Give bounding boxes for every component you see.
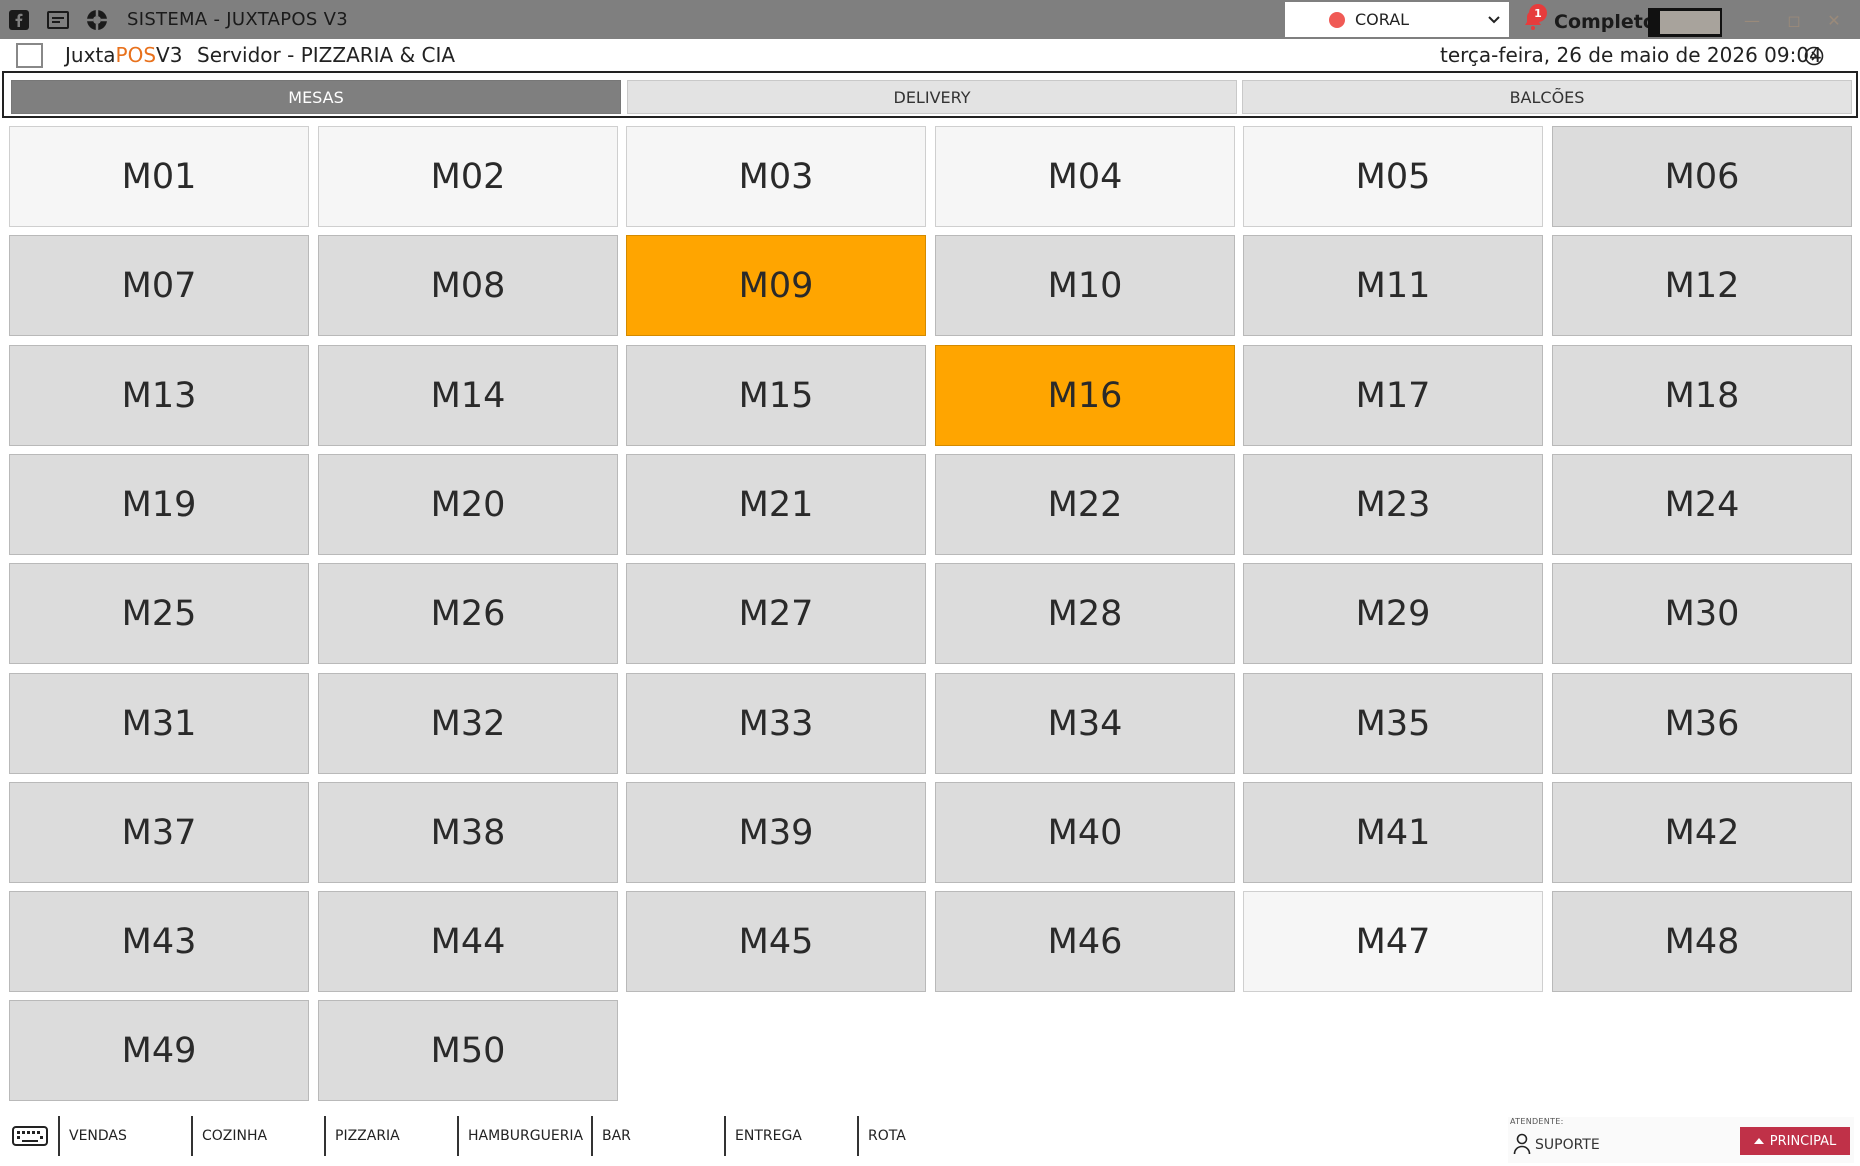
bottom-nav-item-rota[interactable]: ROTA: [857, 1116, 987, 1156]
table-button[interactable]: M10: [935, 235, 1235, 336]
table-button[interactable]: M29: [1243, 563, 1543, 664]
table-button[interactable]: M48: [1552, 891, 1852, 992]
tab-mesas[interactable]: MESAS: [11, 80, 621, 114]
table-button[interactable]: M40: [935, 782, 1235, 883]
tab-bar: MESAS DELIVERY BALCÕES: [2, 71, 1858, 118]
table-button[interactable]: M22: [935, 454, 1235, 555]
facebook-icon[interactable]: [8, 9, 30, 31]
title-bar: SISTEMA - JUXTAPOS V3 CORAL 1 Completo —…: [0, 0, 1860, 39]
window-title: SISTEMA - JUXTAPOS V3: [127, 9, 348, 30]
bottom-nav-item-hamburgueria[interactable]: HAMBURGUERIA: [457, 1116, 587, 1156]
tab-balcoes[interactable]: BALCÕES: [1242, 80, 1852, 114]
store-select[interactable]: CORAL: [1285, 2, 1509, 37]
bottom-nav-item-bar[interactable]: BAR: [591, 1116, 721, 1156]
header-row: JuxtaPOSV3 Servidor - PIZZARIA & CIA ter…: [0, 39, 1860, 71]
tab-delivery[interactable]: DELIVERY: [627, 80, 1237, 114]
table-button[interactable]: M39: [626, 782, 926, 883]
table-button[interactable]: M01: [9, 126, 309, 227]
app-name: JuxtaPOSV3: [65, 43, 183, 67]
table-button[interactable]: M43: [9, 891, 309, 992]
table-button[interactable]: M03: [626, 126, 926, 227]
table-button[interactable]: M32: [318, 673, 618, 774]
table-button[interactable]: M02: [318, 126, 618, 227]
bottom-nav-item-cozinha[interactable]: COZINHA: [191, 1116, 321, 1156]
keyboard-icon[interactable]: [12, 1124, 48, 1148]
close-icon[interactable]: ✕: [1822, 8, 1846, 32]
bottom-nav-item-entrega[interactable]: ENTREGA: [724, 1116, 854, 1156]
table-button[interactable]: M50: [318, 1000, 618, 1101]
clock-icon[interactable]: [1804, 46, 1824, 66]
table-button[interactable]: M09: [626, 235, 926, 336]
table-button[interactable]: M30: [1552, 563, 1852, 664]
table-button[interactable]: M25: [9, 563, 309, 664]
table-button[interactable]: M35: [1243, 673, 1543, 774]
table-button[interactable]: M19: [9, 454, 309, 555]
bottom-bar: VENDAS COZINHA PIZZARIA HAMBURGUERIA BAR ENTR…: [0, 1114, 1860, 1166]
table-button[interactable]: M34: [935, 673, 1235, 774]
table-button[interactable]: M18: [1552, 345, 1852, 446]
caret-up-icon: [1753, 1138, 1764, 1144]
table-button[interactable]: M27: [626, 563, 926, 664]
minimize-icon[interactable]: —: [1740, 8, 1764, 32]
table-button[interactable]: M38: [318, 782, 618, 883]
table-button[interactable]: M36: [1552, 673, 1852, 774]
table-button[interactable]: M46: [935, 891, 1235, 992]
table-button[interactable]: M26: [318, 563, 618, 664]
table-button[interactable]: M33: [626, 673, 926, 774]
table-button[interactable]: M21: [626, 454, 926, 555]
table-button[interactable]: M06: [1552, 126, 1852, 227]
table-button[interactable]: M07: [9, 235, 309, 336]
principal-button-label: PRINCIPAL: [1769, 1133, 1837, 1149]
principal-button[interactable]: PRINCIPAL: [1740, 1127, 1850, 1155]
table-button[interactable]: M17: [1243, 345, 1543, 446]
table-button[interactable]: M24: [1552, 454, 1852, 555]
table-button[interactable]: M15: [626, 345, 926, 446]
status-dot: [1329, 11, 1345, 28]
bottom-nav-item-vendas[interactable]: VENDAS: [58, 1116, 188, 1156]
attendant-label: ATENDENTE:: [1510, 1117, 1564, 1126]
table-button[interactable]: M04: [935, 126, 1235, 227]
server-label: Servidor - PIZZARIA & CIA: [197, 43, 456, 67]
table-button[interactable]: M14: [318, 345, 618, 446]
maximize-icon[interactable]: ◻: [1782, 8, 1806, 32]
support-icon[interactable]: [86, 9, 108, 31]
table-button[interactable]: M11: [1243, 235, 1543, 336]
table-button[interactable]: M44: [318, 891, 618, 992]
message-icon[interactable]: [47, 9, 69, 31]
table-button[interactable]: M45: [626, 891, 926, 992]
table-button[interactable]: M05: [1243, 126, 1543, 227]
table-button[interactable]: M08: [318, 235, 618, 336]
table-button[interactable]: M47: [1243, 891, 1543, 992]
table-button[interactable]: M37: [9, 782, 309, 883]
mode-toggle-knob: [1660, 11, 1720, 34]
attendant-name: SUPORTE: [1535, 1137, 1600, 1153]
bottom-nav-item-pizzaria[interactable]: PIZZARIA: [324, 1116, 454, 1156]
table-button[interactable]: M41: [1243, 782, 1543, 883]
table-button[interactable]: M12: [1552, 235, 1852, 336]
mode-label: Completo: [1554, 11, 1656, 33]
store-select-value: CORAL: [1355, 10, 1410, 29]
chevron-down-icon: [1485, 10, 1503, 28]
app-logo-icon: [16, 43, 43, 68]
table-button[interactable]: M42: [1552, 782, 1852, 883]
table-button[interactable]: M23: [1243, 454, 1543, 555]
table-button[interactable]: M49: [9, 1000, 309, 1101]
notification-badge: 1: [1529, 4, 1547, 22]
table-button[interactable]: M20: [318, 454, 618, 555]
table-button[interactable]: M31: [9, 673, 309, 774]
table-button[interactable]: M13: [9, 345, 309, 446]
datetime: terça-feira, 26 de maio de 2026 09:04: [1440, 43, 1822, 67]
table-button[interactable]: M16: [935, 345, 1235, 446]
table-button[interactable]: M28: [935, 563, 1235, 664]
user-icon: [1513, 1133, 1531, 1155]
